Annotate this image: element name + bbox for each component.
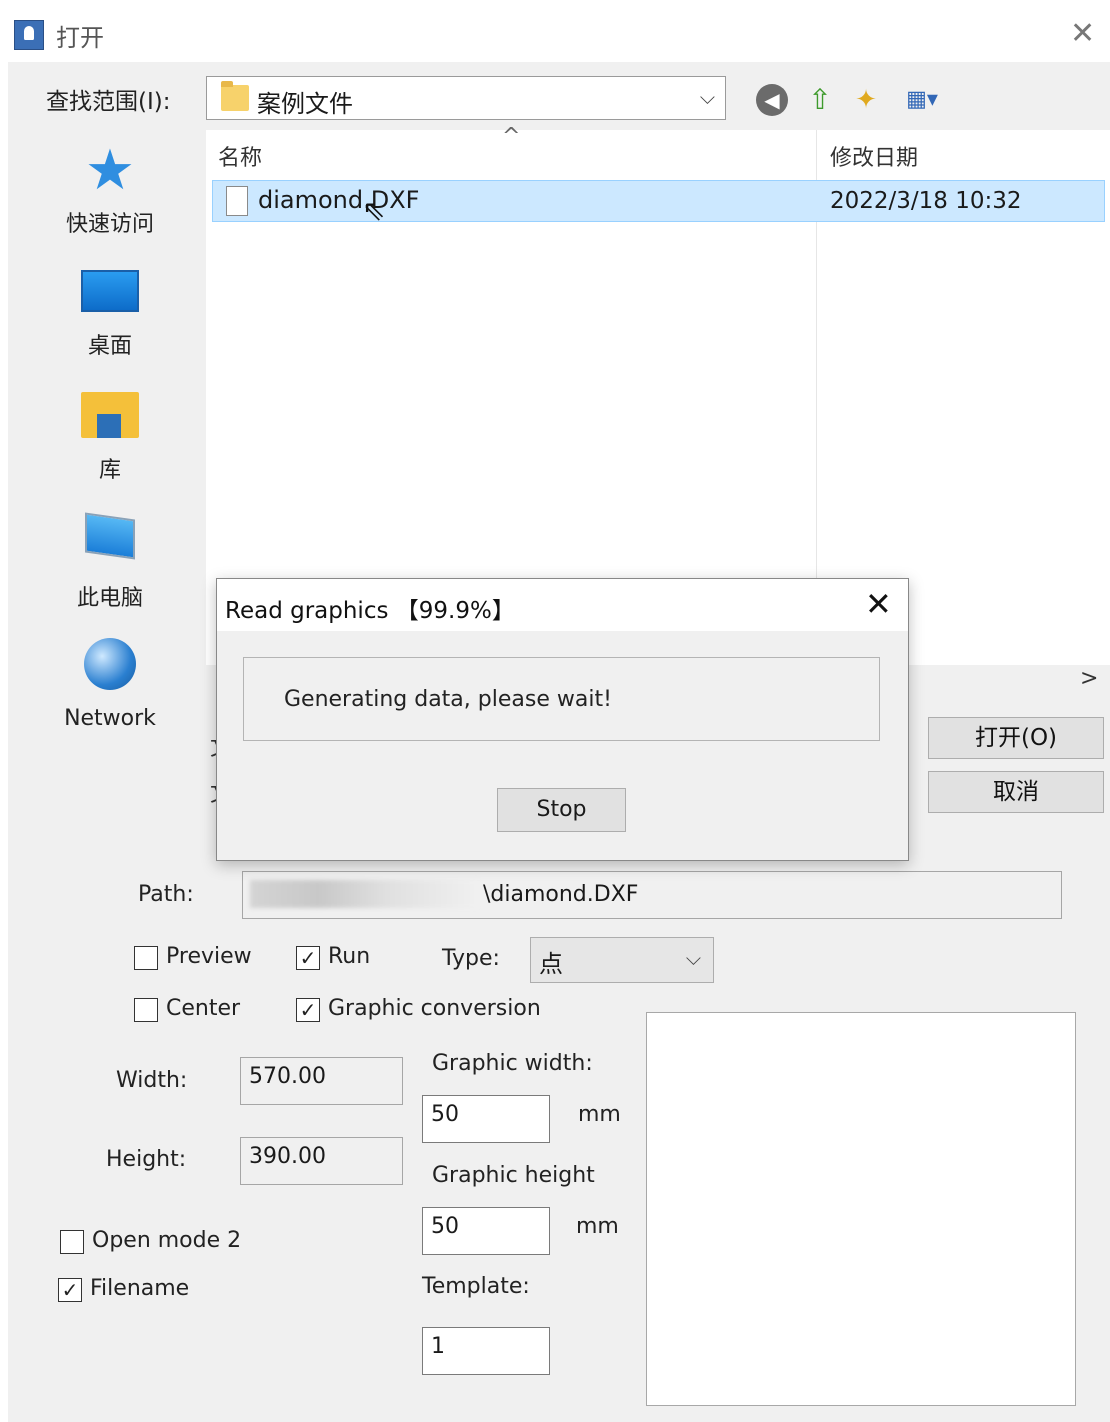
path-value: \diamond.DXF — [483, 882, 639, 907]
folder-icon — [221, 81, 249, 111]
graphic-height-label: Graphic height — [432, 1163, 595, 1188]
message-box: Generating data, please wait! — [243, 657, 880, 741]
open-button[interactable]: 打开(O) — [928, 717, 1104, 759]
filename-option-label: Filename — [90, 1276, 190, 1301]
place-quick-access[interactable]: ★ 快速访问 — [20, 140, 200, 238]
graphic-width-input[interactable]: 50 — [422, 1095, 550, 1143]
library-icon — [81, 392, 139, 438]
file-name[interactable]: diamond.DXF — [258, 186, 419, 214]
chevron-down-icon[interactable]: ⌵ — [700, 85, 715, 109]
title-bar — [8, 8, 1110, 62]
preview-label: Preview — [166, 944, 252, 969]
lookin-value: 案例文件 — [257, 90, 353, 118]
place-desktop[interactable]: 桌面 — [20, 270, 200, 360]
template-label: Template: — [422, 1274, 530, 1299]
path-label: Path: — [138, 882, 194, 907]
place-library[interactable]: 库 — [20, 392, 200, 484]
view-menu-icon[interactable]: ▦▾ — [896, 84, 948, 116]
width-label: Width: — [116, 1068, 188, 1093]
new-folder-icon[interactable]: ✦ — [850, 84, 882, 116]
close-icon[interactable]: ✕ — [865, 585, 892, 623]
network-icon — [84, 638, 136, 690]
height-label: Height: — [106, 1147, 187, 1172]
cancel-button[interactable]: 取消 — [928, 771, 1104, 813]
graphic-width-label: Graphic width: — [432, 1051, 593, 1076]
place-network[interactable]: Network — [20, 638, 200, 731]
stop-button[interactable]: Stop — [497, 788, 626, 832]
preview-checkbox[interactable] — [134, 946, 158, 970]
run-label: Run — [328, 944, 371, 969]
place-label: 库 — [98, 458, 121, 483]
preview-area — [646, 1012, 1076, 1406]
place-label: 快速访问 — [65, 212, 154, 237]
place-label: 此电脑 — [76, 586, 143, 611]
back-icon[interactable]: ◀ — [756, 84, 788, 116]
lookin-label: 查找范围(I): — [46, 89, 171, 115]
place-this-pc[interactable]: 此电脑 — [20, 512, 200, 612]
run-checkbox[interactable]: ✓ — [296, 946, 320, 970]
graphic-conversion-label: Graphic conversion — [328, 996, 541, 1021]
graphic-height-input[interactable]: 50 — [422, 1207, 550, 1255]
column-header-date[interactable]: 修改日期 — [830, 140, 918, 172]
desktop-icon — [81, 270, 139, 312]
width-field[interactable]: 570.00 — [240, 1057, 403, 1105]
close-icon[interactable]: ✕ — [1070, 14, 1095, 54]
dialog-title: Read graphics 【99.9%】 — [225, 598, 515, 624]
height-field[interactable]: 390.00 — [240, 1137, 403, 1185]
redacted-path — [250, 880, 478, 908]
graphic-height-unit: mm — [576, 1214, 619, 1239]
up-folder-icon[interactable]: ⇧ — [804, 84, 836, 116]
chevron-down-icon: ⌵ — [685, 946, 701, 970]
template-input[interactable]: 1 — [422, 1327, 550, 1375]
computer-icon — [85, 512, 135, 560]
open-mode2-checkbox[interactable] — [60, 1230, 84, 1254]
open-mode2-label: Open mode 2 — [92, 1228, 242, 1253]
filename-checkbox[interactable]: ✓ — [58, 1278, 82, 1302]
window-title: 打开 — [56, 24, 104, 52]
file-icon — [226, 186, 248, 216]
progress-message: Generating data, please wait! — [284, 687, 612, 712]
place-label: Network — [64, 706, 156, 731]
center-checkbox[interactable] — [134, 998, 158, 1022]
type-select[interactable]: 点 ⌵ — [530, 937, 714, 983]
type-label: Type: — [442, 946, 500, 971]
app-icon — [14, 20, 44, 50]
place-label: 桌面 — [87, 334, 132, 359]
lookin-combo[interactable]: 案例文件 ⌵ — [206, 76, 726, 120]
column-header-name[interactable]: 名称 — [218, 140, 262, 172]
star-icon: ★ — [84, 138, 136, 203]
mouse-cursor-icon: ⇖ — [362, 194, 386, 227]
scroll-right-icon[interactable]: > — [1080, 666, 1098, 691]
sort-caret-icon: ^ — [502, 124, 521, 149]
graphic-conversion-checkbox[interactable]: ✓ — [296, 998, 320, 1022]
center-label: Center — [166, 996, 241, 1021]
places-sidebar: ★ 快速访问 桌面 库 此电脑 Network — [20, 130, 200, 850]
read-graphics-dialog: Read graphics 【99.9%】 ✕ Generating data,… — [216, 578, 909, 861]
graphic-width-unit: mm — [578, 1102, 621, 1127]
file-date: 2022/3/18 10:32 — [830, 188, 1022, 214]
type-value: 点 — [539, 950, 563, 978]
dialog-title-bar: Read graphics 【99.9%】 ✕ — [217, 579, 908, 631]
